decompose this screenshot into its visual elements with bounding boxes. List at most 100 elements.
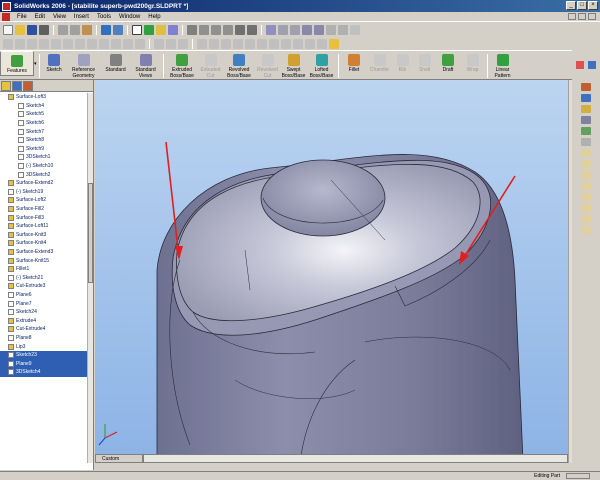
tree-item[interactable]: Surface-Fill3 (0, 213, 88, 222)
construction-geometry-icon[interactable] (281, 38, 291, 49)
command-draft[interactable]: Draft (436, 51, 461, 79)
maximize-button[interactable]: □ (577, 1, 587, 10)
command-wrap[interactable]: Wrap (461, 51, 485, 79)
sketch-point-icon[interactable] (3, 38, 13, 49)
tree-item[interactable]: Sketch9 (0, 145, 88, 154)
menu-edit[interactable]: Edit (31, 14, 49, 20)
tree-item[interactable]: Fillet1 (0, 265, 88, 274)
tree-scroll-thumb[interactable] (88, 183, 93, 283)
command-swept-boss-base[interactable]: Swept Boss/Base (280, 51, 308, 79)
doc-restore-button[interactable] (578, 13, 586, 20)
tree-item[interactable]: Sketch8 (0, 136, 88, 145)
tree-item[interactable]: Plane6 (0, 291, 88, 300)
menu-window[interactable]: Window (115, 14, 144, 20)
arc-icon[interactable] (51, 38, 61, 49)
command-lofted-boss-base[interactable]: Lofted Boss/Base (308, 51, 336, 79)
solidworks-app-icon[interactable] (2, 1, 11, 11)
rebuild-icon[interactable] (144, 25, 154, 35)
command-shell[interactable]: Shell (414, 51, 436, 79)
tree-item[interactable]: Sketch6 (0, 119, 88, 128)
tree-item[interactable]: Plane8 (0, 334, 88, 343)
zoom-selection-icon[interactable] (223, 25, 233, 35)
propertymanager-tab-icon[interactable] (12, 81, 22, 91)
pan-icon[interactable] (247, 25, 257, 35)
sketch-text-icon[interactable] (305, 38, 315, 49)
command-revolved-cut[interactable]: Revolved Cut (256, 51, 280, 79)
help-icon[interactable] (168, 25, 178, 35)
menu-help[interactable]: Help (144, 14, 164, 20)
appearances-icon[interactable] (581, 138, 591, 146)
display-relations-icon[interactable] (178, 38, 188, 49)
command-reference-geometry[interactable]: Reference Geometry (67, 51, 101, 79)
wireframe-icon[interactable] (278, 25, 288, 35)
heads-up-icon[interactable] (576, 61, 584, 69)
resources-icon[interactable] (581, 83, 591, 91)
configurationmanager-tab-icon[interactable] (23, 81, 33, 91)
save-icon[interactable] (27, 25, 37, 35)
tool-d-icon[interactable] (581, 193, 591, 201)
command-chamfer[interactable]: Chamfer (368, 51, 392, 79)
design-library-icon[interactable] (581, 94, 591, 102)
graphics-area[interactable]: Custom (95, 80, 572, 463)
doc-close-button[interactable] (588, 13, 596, 20)
offset-icon[interactable] (123, 38, 133, 49)
section-view-icon[interactable] (326, 25, 336, 35)
features-tab[interactable]: Features (0, 51, 34, 76)
perspective-icon[interactable] (338, 25, 348, 35)
command-revolved-boss-base[interactable]: Revolved Boss/Base (223, 51, 256, 79)
tool-f-icon[interactable] (581, 215, 591, 223)
minimize-button[interactable]: _ (566, 1, 576, 10)
doc-minimize-button[interactable] (568, 13, 576, 20)
zoom-in-out-icon[interactable] (211, 25, 221, 35)
tree-item[interactable]: Cut-Extrude3 (0, 282, 88, 291)
tool-e-icon[interactable] (581, 204, 591, 212)
command-rib[interactable]: Rib (392, 51, 414, 79)
open-icon[interactable] (15, 25, 25, 35)
tree-item[interactable]: Surface-Extend2 (0, 179, 88, 188)
command-linear-pattern[interactable]: Linear Pattern (490, 51, 516, 79)
tree-item[interactable]: 3DSketch4 (0, 368, 88, 377)
centerline-icon[interactable] (15, 38, 25, 49)
tree-item[interactable]: Sketch23 (0, 350, 88, 360)
move-entities-icon[interactable] (233, 38, 243, 49)
shaded-icon[interactable] (314, 25, 324, 35)
command-standard[interactable]: Standard (101, 51, 131, 79)
trim-icon[interactable] (99, 38, 109, 49)
tree-item[interactable]: Sketch24 (0, 308, 88, 317)
tree-item[interactable]: 3DSketch2 (0, 170, 88, 179)
tree-item[interactable]: Plane7 (0, 299, 88, 308)
view-orientation-icon[interactable] (266, 25, 276, 35)
scale-entities-icon[interactable] (257, 38, 267, 49)
model-view-tab[interactable]: Custom (95, 454, 143, 463)
options-icon[interactable] (156, 25, 166, 35)
shadows-icon[interactable] (350, 25, 360, 35)
menu-tools[interactable]: Tools (93, 14, 115, 20)
add-relation-icon[interactable] (166, 38, 176, 49)
tree-item[interactable]: Plane9 (0, 359, 88, 368)
hidden-lines-icon[interactable] (290, 25, 300, 35)
command-extruded-boss-base[interactable]: Extruded Boss/Base (166, 51, 199, 79)
command-standard-views[interactable]: Standard Views (131, 51, 161, 79)
tree-item[interactable]: Surface-Knit15 (0, 256, 88, 265)
copy-entities-icon[interactable] (269, 38, 279, 49)
cut-icon[interactable] (58, 25, 68, 35)
command-sketch[interactable]: Sketch (42, 51, 67, 79)
new-icon[interactable] (3, 25, 13, 35)
select-icon[interactable] (132, 25, 142, 35)
tree-item[interactable]: Sketch4 (0, 102, 88, 111)
tree-item[interactable]: Surface-Fill2 (0, 205, 88, 214)
tree-item[interactable]: Extrude4 (0, 316, 88, 325)
custom-properties-icon[interactable] (581, 149, 591, 157)
horizontal-scrollbar[interactable] (143, 454, 568, 463)
paste-icon[interactable] (82, 25, 92, 35)
zoom-to-fit-icon[interactable] (187, 25, 197, 35)
rotate-entities-icon[interactable] (245, 38, 255, 49)
document-icon[interactable] (2, 12, 10, 21)
polygon-icon[interactable] (87, 38, 97, 49)
line-icon[interactable] (27, 38, 37, 49)
smart-dimension-icon[interactable] (154, 38, 164, 49)
status-help-icon[interactable] (566, 473, 590, 479)
grid-icon[interactable] (317, 38, 327, 49)
tree-item[interactable]: Surface-Loft11 (0, 222, 88, 231)
print-icon[interactable] (39, 25, 49, 35)
